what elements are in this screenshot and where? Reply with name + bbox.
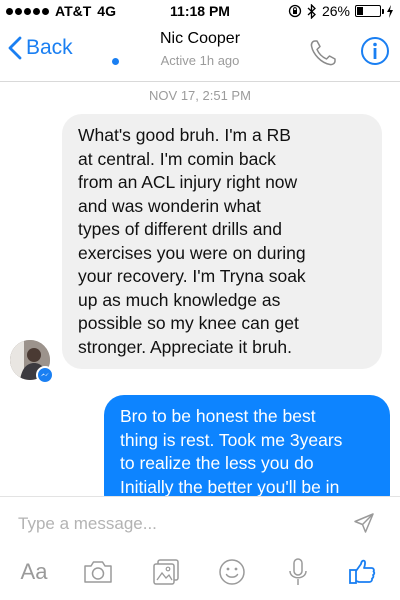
contact-status: Active 1h ago [160, 53, 240, 68]
microphone-icon [289, 558, 307, 585]
text-format-icon: Aa [20, 559, 48, 584]
photo-icon [153, 559, 179, 585]
emoji-button[interactable] [214, 555, 250, 589]
camera-button[interactable] [80, 555, 116, 589]
text-format-button[interactable]: Aa [16, 555, 52, 589]
camera-icon [84, 561, 112, 583]
messenger-badge-icon [36, 366, 54, 384]
message-input[interactable] [18, 513, 338, 535]
microphone-button[interactable] [280, 555, 316, 589]
message-timestamp: NOV 17, 2:51 PM [149, 88, 251, 103]
contact-header[interactable]: Nic Cooper Active 1h ago [0, 30, 400, 68]
composer: Aa [0, 496, 400, 600]
emoji-icon [219, 559, 245, 585]
photo-button[interactable] [148, 555, 184, 589]
nav-bar: Back Nic Cooper Active 1h ago [0, 22, 400, 82]
info-icon [361, 37, 389, 65]
charging-icon [387, 4, 393, 18]
bluetooth-icon [307, 3, 316, 19]
send-button[interactable] [352, 511, 376, 535]
notification-dot [112, 58, 119, 65]
composer-toolbar: Aa [0, 555, 400, 591]
battery-icon [355, 5, 384, 17]
battery-percent: 26% [321, 3, 350, 19]
thumbs-up-icon [349, 559, 376, 584]
phone-icon [310, 40, 336, 66]
status-indicators: 26% [288, 3, 394, 19]
contact-name: Nic Cooper [159, 30, 241, 47]
info-button[interactable] [360, 36, 390, 66]
incoming-message-bubble[interactable]: What's good bruh. I'm a RB at central. I… [62, 114, 382, 369]
call-button[interactable] [308, 38, 338, 68]
orientation-lock-icon [288, 4, 302, 18]
like-button[interactable] [344, 555, 380, 589]
status-bar: AT&T 4G 11:18 PM 26% [0, 0, 400, 22]
send-icon [354, 513, 374, 533]
